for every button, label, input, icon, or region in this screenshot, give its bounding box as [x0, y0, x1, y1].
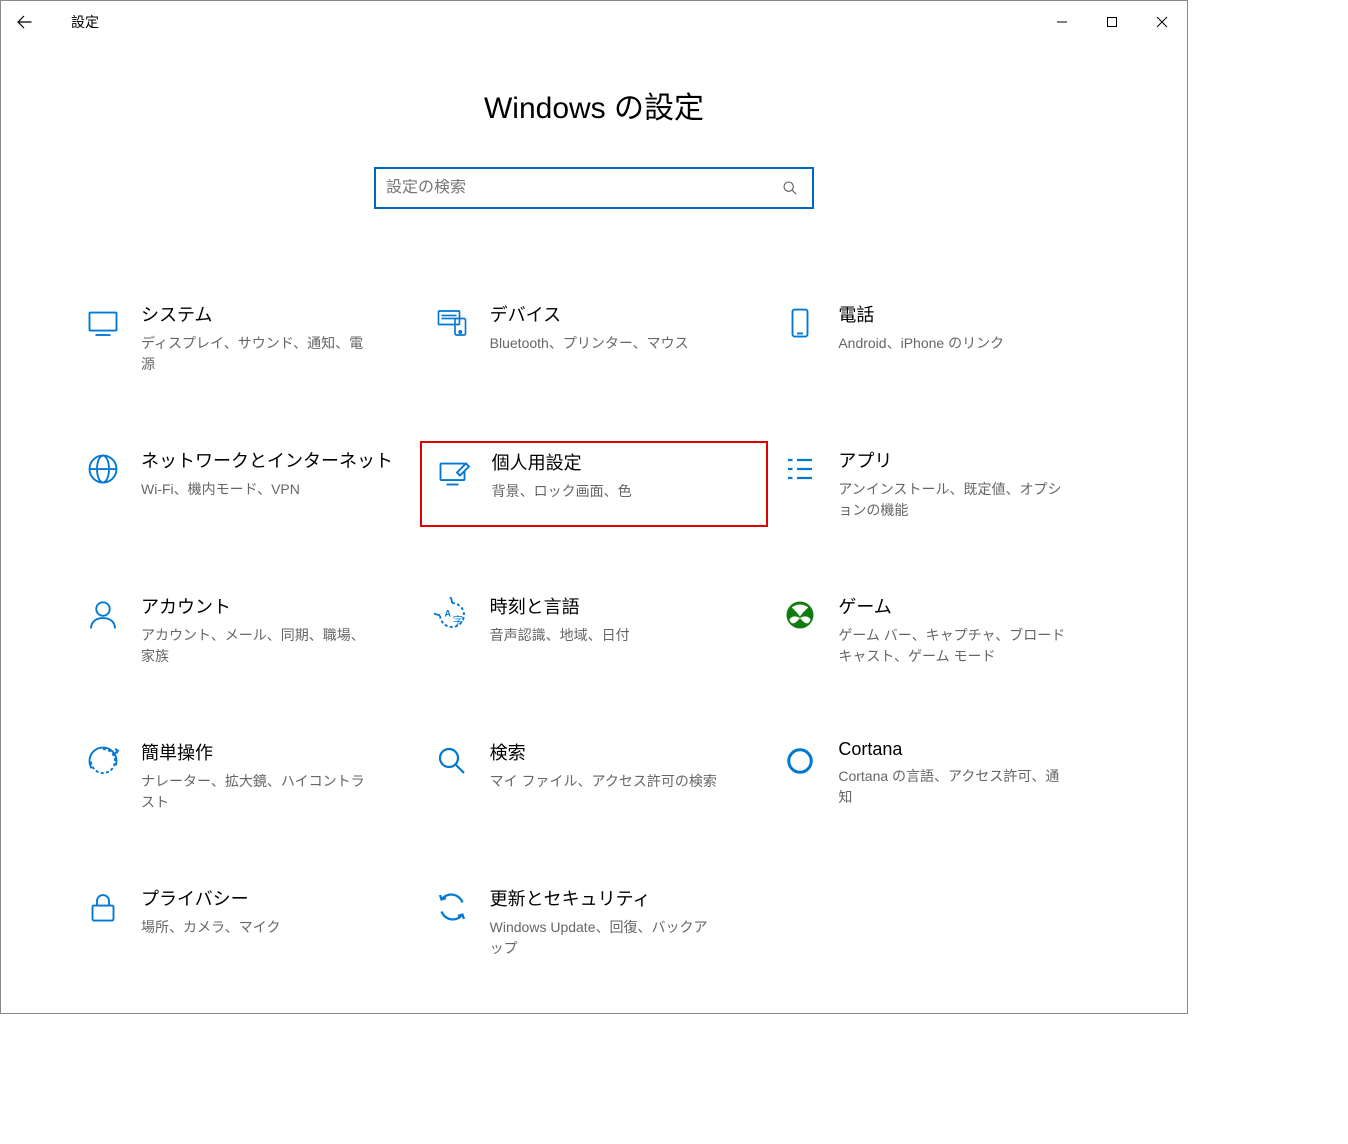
tile-personalization[interactable]: 個人用設定背景、ロック画面、色 [420, 441, 769, 527]
tile-text: 個人用設定背景、ロック画面、色 [492, 449, 632, 502]
tile-phone[interactable]: 電話 Android、iPhone のリンク [768, 295, 1117, 381]
tile-title: ネットワークとインターネット [141, 447, 393, 473]
devices-icon [430, 301, 474, 345]
ease-icon [81, 739, 125, 783]
search-input[interactable] [386, 179, 778, 197]
apps-icon [778, 447, 822, 491]
tile-text: 検索マイ ファイル、アクセス許可の検索 [490, 739, 717, 792]
tile-cortana[interactable]: Cortana Cortana の言語、アクセス許可、通知 [768, 733, 1117, 819]
window-controls [1037, 4, 1187, 40]
settings-grid: システムディスプレイ、サウンド、通知、電源 デバイス Bluetooth、プリンター… [1, 295, 1187, 965]
tile-ease[interactable]: 簡単操作ナレーター、拡大鏡、ハイコントラスト [71, 733, 420, 819]
personalization-icon [432, 449, 476, 493]
search-wrap [1, 167, 1187, 209]
tile-description: 場所、カメラ、マイク [141, 917, 280, 938]
tile-description: ディスプレイ、サウンド、通知、電源 [141, 333, 371, 375]
tile-text: プライバシー場所、カメラ、マイク [141, 885, 280, 938]
tile-title: アプリ [838, 447, 1068, 473]
tile-text: 時刻と言語音声認識、地域、日付 [490, 593, 630, 646]
tile-description: アンインストール、既定値、オプションの機能 [838, 479, 1068, 521]
search-icon-wrap [778, 180, 802, 196]
tile-title: 簡単操作 [141, 739, 371, 765]
tile-title: アカウント [141, 593, 371, 619]
tile-description: Android、iPhone のリンク [838, 333, 1004, 354]
close-icon [1156, 16, 1168, 28]
tile-text: ネットワークとインターネット Wi-Fi、機内モード、VPN [141, 447, 393, 500]
tile-text: システムディスプレイ、サウンド、通知、電源 [141, 301, 371, 375]
tile-title: Cortana [838, 739, 1068, 760]
tile-description: 背景、ロック画面、色 [492, 481, 632, 502]
tile-description: ゲーム バー、キャプチャ、ブロードキャスト、ゲーム モード [838, 625, 1068, 667]
tile-title: 更新とセキュリティ [490, 885, 720, 911]
back-icon [15, 13, 33, 31]
tile-title: ゲーム [838, 593, 1068, 619]
maximize-icon [1106, 16, 1118, 28]
tile-title: 検索 [490, 739, 717, 765]
tile-title: システム [141, 301, 371, 327]
minimize-icon [1056, 16, 1068, 28]
search-icon [782, 180, 798, 196]
tile-system[interactable]: システムディスプレイ、サウンド、通知、電源 [71, 295, 420, 381]
search-page-icon [430, 739, 474, 783]
tile-accounts[interactable]: アカウントアカウント、メール、同期、職場、家族 [71, 587, 420, 673]
tile-text: デバイス Bluetooth、プリンター、マウス [490, 301, 689, 354]
tile-privacy[interactable]: プライバシー場所、カメラ、マイク [71, 879, 420, 965]
tile-text: ゲームゲーム バー、キャプチャ、ブロードキャスト、ゲーム モード [838, 593, 1068, 667]
time-icon: A字 [430, 593, 474, 637]
titlebar: 設定 [1, 1, 1187, 43]
window-title: 設定 [71, 12, 99, 32]
tile-text: 簡単操作ナレーター、拡大鏡、ハイコントラスト [141, 739, 371, 813]
accounts-icon [81, 593, 125, 637]
tile-title: プライバシー [141, 885, 280, 911]
tile-gaming[interactable]: ゲームゲーム バー、キャプチャ、ブロードキャスト、ゲーム モード [768, 587, 1117, 673]
page-title: Windows の設定 [1, 83, 1187, 127]
tile-network[interactable]: ネットワークとインターネット Wi-Fi、機内モード、VPN [71, 441, 420, 527]
tile-text: 電話 Android、iPhone のリンク [838, 301, 1004, 354]
network-icon [81, 447, 125, 491]
svg-text:A: A [444, 609, 451, 619]
maximize-button[interactable] [1087, 4, 1137, 40]
tile-description: マイ ファイル、アクセス許可の検索 [490, 771, 717, 792]
privacy-icon [81, 885, 125, 929]
tile-description: 音声認識、地域、日付 [490, 625, 630, 646]
tile-apps[interactable]: アプリアンインストール、既定値、オプションの機能 [768, 441, 1117, 527]
tile-title: 電話 [838, 301, 1004, 327]
tile-text: アプリアンインストール、既定値、オプションの機能 [838, 447, 1068, 521]
tile-devices[interactable]: デバイス Bluetooth、プリンター、マウス [420, 295, 769, 381]
svg-text:字: 字 [452, 614, 463, 627]
tile-title: デバイス [490, 301, 689, 327]
back-button[interactable] [1, 1, 47, 43]
gaming-icon [778, 593, 822, 637]
tile-description: ナレーター、拡大鏡、ハイコントラスト [141, 771, 371, 813]
system-icon [81, 301, 125, 345]
tile-text: Cortana Cortana の言語、アクセス許可、通知 [838, 739, 1068, 808]
titlebar-left: 設定 [1, 1, 99, 43]
minimize-button[interactable] [1037, 4, 1087, 40]
tile-description: Windows Update、回復、バックアップ [490, 917, 720, 959]
tile-title: 時刻と言語 [490, 593, 630, 619]
tile-description: Cortana の言語、アクセス許可、通知 [838, 766, 1068, 808]
tile-search[interactable]: 検索マイ ファイル、アクセス許可の検索 [420, 733, 769, 819]
search-box[interactable] [374, 167, 814, 209]
tile-description: Wi-Fi、機内モード、VPN [141, 479, 371, 500]
tile-time[interactable]: A字時刻と言語音声認識、地域、日付 [420, 587, 769, 673]
phone-icon [778, 301, 822, 345]
tile-description: Bluetooth、プリンター、マウス [490, 333, 689, 354]
tile-update[interactable]: 更新とセキュリティ Windows Update、回復、バックアップ [420, 879, 769, 965]
tile-text: アカウントアカウント、メール、同期、職場、家族 [141, 593, 371, 667]
tile-description: アカウント、メール、同期、職場、家族 [141, 625, 371, 667]
tile-title: 個人用設定 [492, 449, 632, 475]
tile-text: 更新とセキュリティ Windows Update、回復、バックアップ [490, 885, 720, 959]
close-button[interactable] [1137, 4, 1187, 40]
update-icon [430, 885, 474, 929]
cortana-icon [778, 739, 822, 783]
